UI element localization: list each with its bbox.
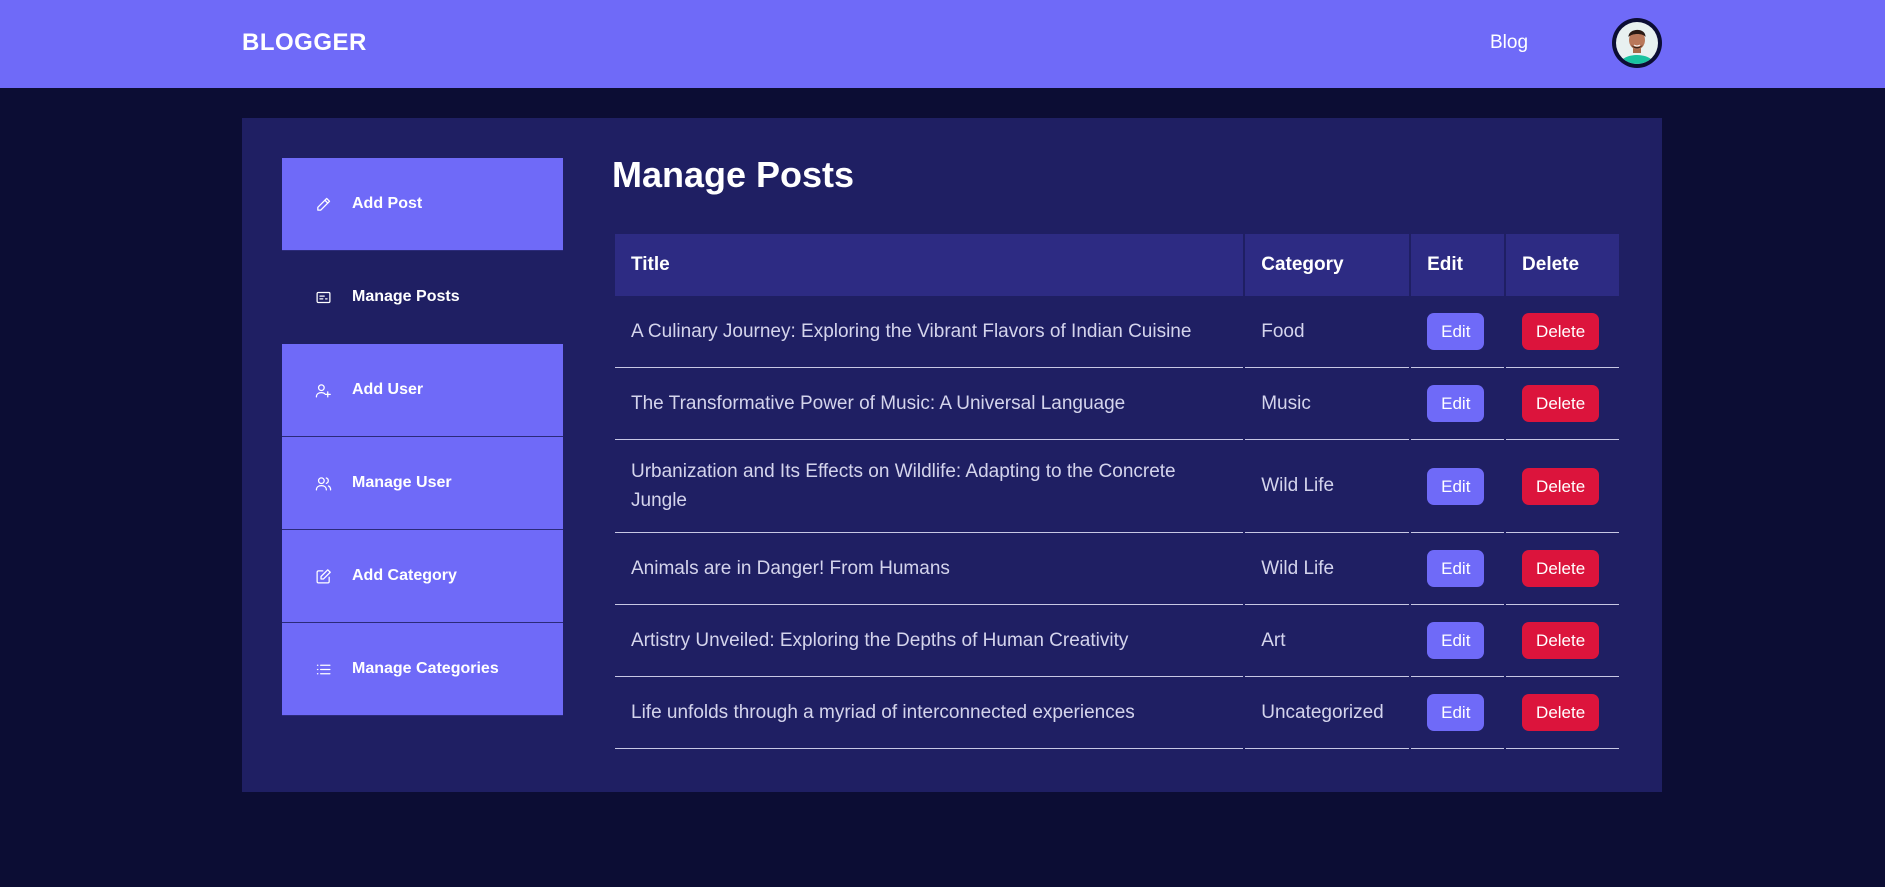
sidebar-item-label: Manage User bbox=[352, 474, 452, 491]
post-category: Wild Life bbox=[1245, 440, 1410, 533]
sidebar-item-label: Manage Categories bbox=[352, 660, 499, 677]
column-header-delete: Delete bbox=[1506, 234, 1619, 296]
delete-cell: Delete bbox=[1506, 605, 1619, 677]
delete-button[interactable]: Delete bbox=[1522, 622, 1600, 659]
edit-cell: Edit bbox=[1411, 677, 1505, 749]
edit-button[interactable]: Edit bbox=[1427, 467, 1485, 505]
edit-button[interactable]: Edit bbox=[1427, 550, 1485, 587]
sidebar-item-label: Add Post bbox=[352, 195, 423, 212]
post-title: A Culinary Journey: Exploring the Vibran… bbox=[615, 296, 1244, 368]
sidebar-item-manage-categories[interactable]: Manage Categories bbox=[282, 623, 563, 716]
table-row: A Culinary Journey: Exploring the Vibran… bbox=[615, 296, 1619, 368]
delete-cell: Delete bbox=[1506, 677, 1619, 749]
delete-cell: Delete bbox=[1506, 440, 1619, 533]
delete-cell: Delete bbox=[1506, 368, 1619, 440]
edit-button[interactable]: Edit bbox=[1427, 694, 1485, 731]
delete-button[interactable]: Delete bbox=[1522, 313, 1600, 350]
column-header-category: Category bbox=[1245, 234, 1410, 296]
post-title: Animals are in Danger! From Humans bbox=[615, 533, 1244, 605]
sidebar-item-add-category[interactable]: Add Category bbox=[282, 530, 563, 623]
post-title: Artistry Unveiled: Exploring the Depths … bbox=[615, 605, 1244, 677]
sidebar: Add Post Manage Posts Add User Manage Us… bbox=[282, 158, 563, 716]
table-row: The Transformative Power of Music: A Uni… bbox=[615, 368, 1619, 440]
table-header-row: Title Category Edit Delete bbox=[615, 234, 1619, 296]
sidebar-item-label: Add Category bbox=[352, 567, 457, 584]
delete-cell: Delete bbox=[1506, 296, 1619, 368]
table-row: Life unfolds through a myriad of interco… bbox=[615, 677, 1619, 749]
user-plus-icon bbox=[314, 381, 332, 399]
table-row: Artistry Unveiled: Exploring the Depths … bbox=[615, 605, 1619, 677]
delete-cell: Delete bbox=[1506, 533, 1619, 605]
edit-button[interactable]: Edit bbox=[1427, 385, 1485, 422]
posts-icon bbox=[314, 288, 332, 306]
page-title: Manage Posts bbox=[612, 154, 855, 195]
users-icon bbox=[314, 474, 332, 492]
sidebar-item-add-post[interactable]: Add Post bbox=[282, 158, 563, 251]
edit-cell: Edit bbox=[1411, 533, 1505, 605]
nav-link-blog[interactable]: Blog bbox=[1490, 32, 1528, 54]
logo[interactable]: BLOGGER bbox=[242, 29, 367, 57]
column-header-title: Title bbox=[615, 234, 1244, 296]
table-row: Animals are in Danger! From Humans Wild … bbox=[615, 533, 1619, 605]
post-category: Art bbox=[1245, 605, 1410, 677]
table-row: Urbanization and Its Effects on Wildlife… bbox=[615, 440, 1619, 533]
delete-button[interactable]: Delete bbox=[1522, 550, 1600, 587]
edit-cell: Edit bbox=[1411, 368, 1505, 440]
edit-button[interactable]: Edit bbox=[1427, 313, 1485, 350]
post-category: Music bbox=[1245, 368, 1410, 440]
post-title: The Transformative Power of Music: A Uni… bbox=[615, 368, 1244, 440]
column-header-edit: Edit bbox=[1411, 234, 1505, 296]
edit-button[interactable]: Edit bbox=[1427, 622, 1485, 659]
post-title: Urbanization and Its Effects on Wildlife… bbox=[615, 440, 1244, 533]
avatar-image bbox=[1616, 22, 1658, 64]
sidebar-item-add-user[interactable]: Add User bbox=[282, 344, 563, 437]
delete-button[interactable]: Delete bbox=[1522, 467, 1600, 505]
dashboard-panel: Add Post Manage Posts Add User Manage Us… bbox=[242, 118, 1662, 792]
post-category: Wild Life bbox=[1245, 533, 1410, 605]
delete-button[interactable]: Delete bbox=[1522, 694, 1600, 731]
post-category: Uncategorized bbox=[1245, 677, 1410, 749]
pencil-icon bbox=[314, 195, 332, 213]
posts-table: Title Category Edit Delete A Culinary Jo… bbox=[613, 234, 1621, 749]
navbar: BLOGGER Blog bbox=[0, 0, 1885, 88]
avatar[interactable] bbox=[1612, 18, 1662, 68]
edit-cell: Edit bbox=[1411, 605, 1505, 677]
post-category: Food bbox=[1245, 296, 1410, 368]
sidebar-item-manage-user[interactable]: Manage User bbox=[282, 437, 563, 530]
edit-cell: Edit bbox=[1411, 440, 1505, 533]
sidebar-item-manage-posts[interactable]: Manage Posts bbox=[282, 251, 563, 344]
list-icon bbox=[314, 660, 332, 678]
post-title: Life unfolds through a myriad of interco… bbox=[615, 677, 1244, 749]
edit-cell: Edit bbox=[1411, 296, 1505, 368]
sidebar-item-label: Manage Posts bbox=[352, 288, 460, 305]
edit-square-icon bbox=[314, 567, 332, 585]
delete-button[interactable]: Delete bbox=[1522, 385, 1600, 422]
sidebar-item-label: Add User bbox=[352, 381, 424, 398]
